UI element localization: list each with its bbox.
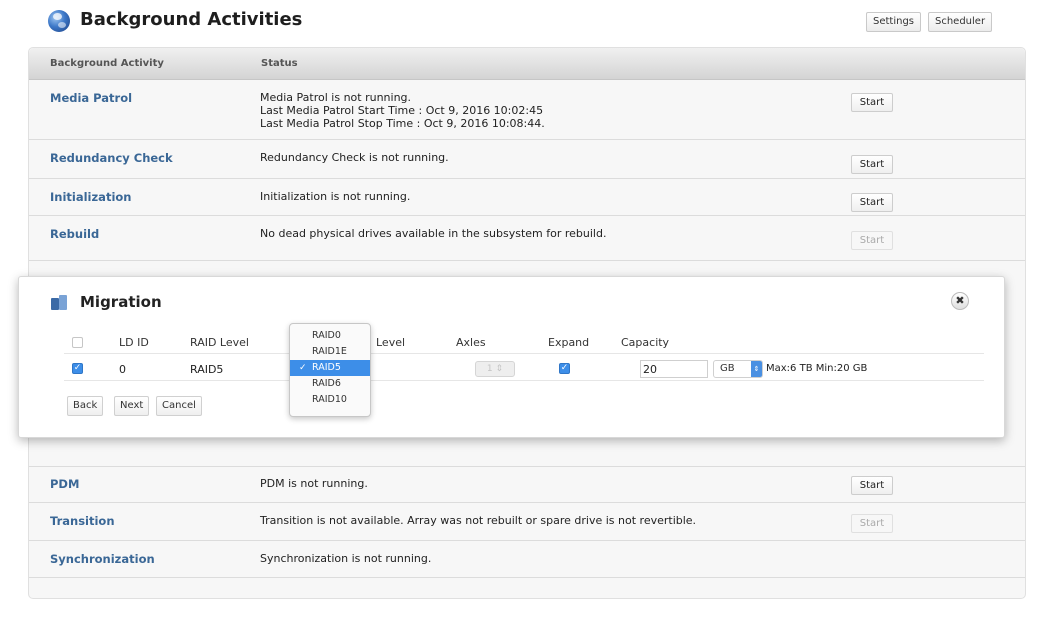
page-title: Background Activities <box>80 9 303 30</box>
table-row: Synchronization Synchronization is not r… <box>29 542 1025 578</box>
capacity-input[interactable] <box>640 360 708 378</box>
table-row: Rebuild No dead physical drives availabl… <box>29 217 1025 261</box>
start-button-rebuild: Start <box>851 231 893 250</box>
axles-stepper: 1 ⇕ <box>475 361 515 377</box>
raid-option[interactable]: RAID6 <box>290 376 370 392</box>
table-row: Transition Transition is not available. … <box>29 504 1025 541</box>
row-checkbox[interactable]: ✓ <box>72 363 83 374</box>
option-label: RAID5 <box>312 362 341 373</box>
raid-option[interactable]: RAID1E <box>290 344 370 360</box>
column-header-activity: Background Activity <box>50 58 164 69</box>
migration-table-header: LD ID RAID Level Level Axles Expand Capa… <box>64 332 984 354</box>
activity-name-synchronization[interactable]: Synchronization <box>50 552 155 566</box>
status-line: Transition is not available. Array was n… <box>260 514 697 527</box>
start-button-initialization[interactable]: Start <box>851 193 893 212</box>
status-line: Initialization is not running. <box>260 190 411 203</box>
table-row: PDM PDM is not running. Start <box>29 466 1025 503</box>
raid-option[interactable]: RAID0 <box>290 328 370 344</box>
raid-level-dropdown[interactable]: RAID0 RAID1E ✓ RAID5 RAID6 RAID10 <box>289 323 371 417</box>
ld-id-value: 0 <box>119 363 126 376</box>
table-row: Initialization Initialization is not run… <box>29 180 1025 216</box>
status-line: Media Patrol is not running. <box>260 91 412 104</box>
axles-value: 1 <box>486 364 493 374</box>
close-icon[interactable]: ✖ <box>951 292 969 310</box>
activity-name-redundancy-check[interactable]: Redundancy Check <box>50 151 173 165</box>
check-icon: ✓ <box>299 363 307 373</box>
raid-level-value: RAID5 <box>190 363 224 376</box>
column-header-axles: Axles <box>456 336 486 349</box>
activity-name-pdm[interactable]: PDM <box>50 477 79 491</box>
column-header-ld-id: LD ID <box>119 336 149 349</box>
start-button-pdm[interactable]: Start <box>851 476 893 495</box>
globe-icon <box>48 10 70 32</box>
column-header-new-raid-level: Level <box>376 336 406 349</box>
settings-button[interactable]: Settings <box>866 12 922 32</box>
back-button[interactable]: Back <box>67 396 104 416</box>
column-header-capacity: Capacity <box>621 336 670 349</box>
activity-name-media-patrol[interactable]: Media Patrol <box>50 91 132 105</box>
migration-icon <box>51 295 67 311</box>
activity-name-initialization[interactable]: Initialization <box>50 190 131 204</box>
dialog-title: Migration <box>80 293 162 311</box>
start-button-transition: Start <box>851 514 893 533</box>
option-label: RAID6 <box>312 378 341 389</box>
unit-value: GB <box>720 363 735 374</box>
status-line: PDM is not running. <box>260 477 368 490</box>
expand-checkbox[interactable]: ✓ <box>559 363 570 374</box>
table-row: Media Patrol Media Patrol is not running… <box>29 81 1025 140</box>
start-button-redundancy-check[interactable]: Start <box>851 155 893 174</box>
migration-row: ✓ 0 RAID5 1 ⇕ ✓ GB ⇕ Max:6 TB Min:20 GB <box>64 357 984 381</box>
table-header: Background Activity Status <box>29 48 1025 80</box>
activity-status: Media Patrol is not running. Last Media … <box>260 91 545 130</box>
status-line: Last Media Patrol Start Time : Oct 9, 20… <box>260 104 544 117</box>
capacity-unit-select[interactable]: GB ⇕ <box>713 360 763 378</box>
raid-option[interactable]: RAID10 <box>290 392 370 408</box>
status-line: Synchronization is not running. <box>260 552 432 565</box>
cancel-button[interactable]: Cancel <box>156 396 202 416</box>
status-line: Redundancy Check is not running. <box>260 151 449 164</box>
option-label: RAID1E <box>312 346 347 357</box>
capacity-range: Max:6 TB Min:20 GB <box>766 363 868 374</box>
raid-option-selected[interactable]: ✓ RAID5 <box>290 360 370 376</box>
table-row: Redundancy Check Redundancy Check is not… <box>29 141 1025 179</box>
option-label: RAID10 <box>312 394 347 405</box>
option-label: RAID0 <box>312 330 341 341</box>
select-arrow-icon: ⇕ <box>751 361 762 377</box>
status-line: Last Media Patrol Stop Time : Oct 9, 201… <box>260 117 545 130</box>
activity-name-transition[interactable]: Transition <box>50 514 115 528</box>
next-button[interactable]: Next <box>114 396 150 416</box>
column-header-status: Status <box>261 58 298 69</box>
migration-dialog: Migration ✖ LD ID RAID Level Level Axles… <box>18 276 1005 438</box>
activity-name-rebuild[interactable]: Rebuild <box>50 227 99 241</box>
status-line: No dead physical drives available in the… <box>260 227 607 240</box>
start-button-media-patrol[interactable]: Start <box>851 93 893 112</box>
select-all-checkbox[interactable] <box>72 337 83 348</box>
column-header-expand: Expand <box>548 336 590 349</box>
scheduler-button[interactable]: Scheduler <box>928 12 993 32</box>
column-header-raid-level: RAID Level <box>190 336 249 349</box>
